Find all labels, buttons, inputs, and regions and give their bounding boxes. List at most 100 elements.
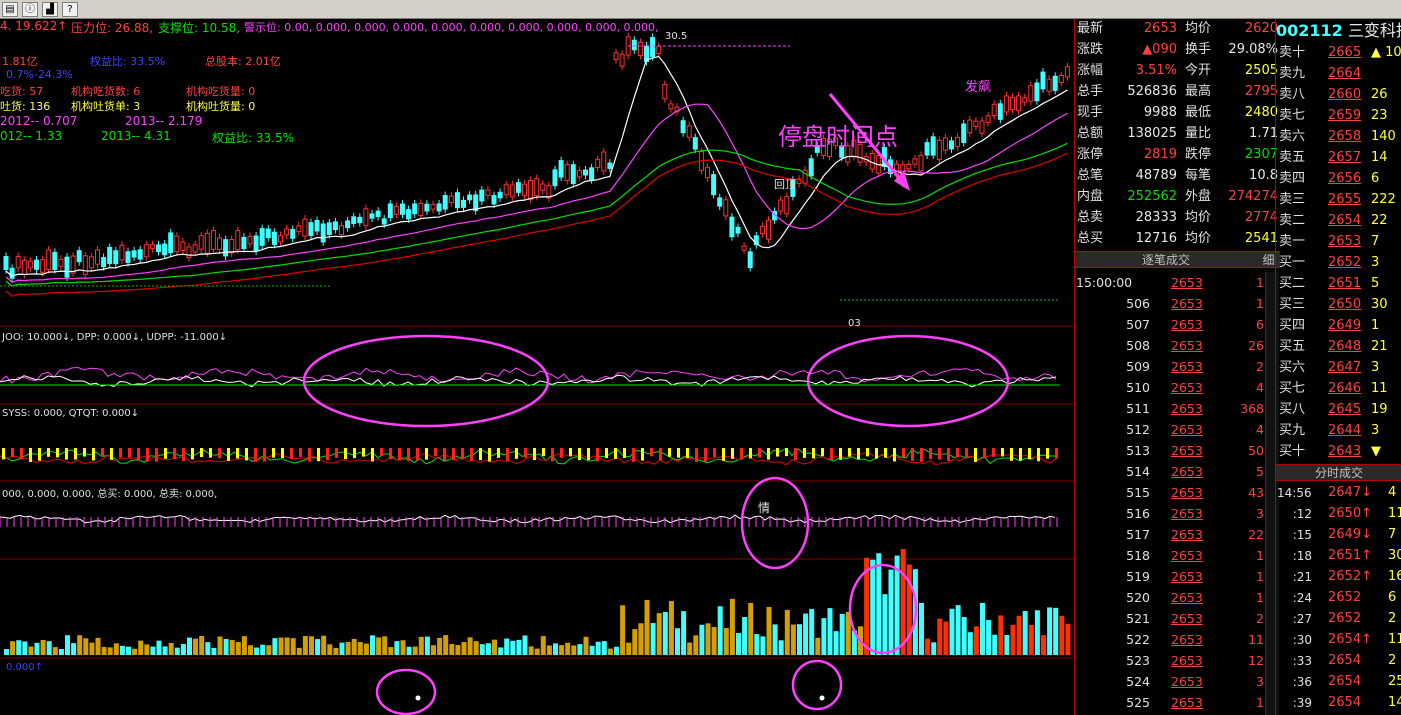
- minute-trade-row: :30 2654↑ 11: [1276, 630, 1401, 651]
- ind2-bar: [722, 448, 725, 461]
- volume-bar: [559, 645, 565, 655]
- ask-row[interactable]: 卖三 2655 222: [1276, 190, 1401, 211]
- quote-label-2: 最高: [1185, 84, 1212, 99]
- volume-bar: [199, 636, 205, 655]
- volume-bar: [95, 637, 101, 655]
- candle-body: [1058, 75, 1064, 83]
- volume-bar: [729, 598, 735, 655]
- quote-value-2: 2307: [1244, 147, 1278, 162]
- tick-row: 523 2653 12: [1075, 650, 1280, 671]
- volume-bar: [766, 606, 772, 655]
- candle-body: [778, 199, 784, 212]
- ask-row[interactable]: 卖六 2658 140: [1276, 127, 1401, 148]
- candle-body: [558, 160, 564, 178]
- ask-row[interactable]: 卖一 2653 7: [1276, 232, 1401, 253]
- candle-body: [729, 216, 735, 238]
- ask-row[interactable]: 卖八 2660 26: [1276, 85, 1401, 106]
- tick-price: 2653: [1171, 317, 1203, 332]
- candle-body: [9, 267, 15, 279]
- bid-row[interactable]: 买六 2647 3: [1276, 358, 1401, 379]
- quote-label-2: 量比: [1185, 126, 1212, 141]
- bid-row[interactable]: 买一 2652 3: [1276, 253, 1401, 274]
- candle-body: [107, 246, 113, 265]
- help-icon[interactable]: ?: [62, 1, 78, 17]
- level-label: 买六: [1279, 360, 1306, 375]
- ind2-bar: [821, 448, 824, 457]
- bid-row[interactable]: 买八 2645 19: [1276, 400, 1401, 421]
- candle-body: [387, 203, 393, 219]
- signal-dot: [819, 695, 825, 701]
- quote-row: 涨跌 ▲090 换手 29.08%: [1075, 40, 1280, 61]
- tick-price: 2653: [1171, 401, 1203, 416]
- ind2-bar: [623, 448, 626, 458]
- bid-row[interactable]: 买九 2644 3: [1276, 421, 1401, 442]
- volume-bar: [302, 635, 308, 655]
- quote-label: 涨跌: [1077, 42, 1104, 57]
- ind2-bar: [236, 448, 239, 459]
- volume-bar: [992, 634, 998, 655]
- ask-row[interactable]: 卖九 2664: [1276, 64, 1401, 85]
- minute-trade-row: :12 2650↑ 11: [1276, 504, 1401, 525]
- bid-row[interactable]: 买五 2648 21: [1276, 337, 1401, 358]
- quote-value: 526836: [1127, 84, 1177, 99]
- ask-row[interactable]: 卖七 2659 23: [1276, 106, 1401, 127]
- level-label: 卖三: [1279, 192, 1306, 207]
- volume-bar: [83, 638, 89, 655]
- quote-label: 总笔: [1077, 168, 1104, 183]
- minute-time: :21: [1292, 570, 1312, 584]
- tick-price: 2653: [1171, 611, 1203, 626]
- tick-time: 518: [1126, 548, 1150, 563]
- tick-volume: 5: [1256, 464, 1264, 479]
- volume-bar: [955, 605, 961, 655]
- volume-bar: [467, 637, 473, 655]
- volume-bar: [321, 635, 327, 655]
- ind2-bar: [2, 448, 5, 460]
- level-label: 卖二: [1279, 213, 1306, 228]
- tick-volume: 22: [1248, 527, 1264, 542]
- candle-body: [76, 250, 82, 263]
- volume-bar: [437, 637, 443, 655]
- tick-volume: 4: [1256, 422, 1264, 437]
- bid-row[interactable]: 买二 2651 5: [1276, 274, 1401, 295]
- quote-value-2: 2505: [1244, 63, 1278, 78]
- ind2-bar: [965, 448, 968, 458]
- bid-row[interactable]: 买十 2643 ▼: [1276, 442, 1401, 463]
- ind2-bar: [308, 448, 311, 462]
- minute-time: :30: [1292, 633, 1312, 647]
- ask-row[interactable]: 卖二 2654 22: [1276, 211, 1401, 232]
- bid-row[interactable]: 买四 2649 1: [1276, 316, 1401, 337]
- volume-bar: [833, 631, 839, 655]
- info-icon[interactable]: ⓘ: [22, 1, 38, 17]
- volume-bar: [967, 632, 973, 655]
- volume-bar: [711, 626, 717, 655]
- candle-body: [680, 120, 686, 134]
- candle-body: [991, 103, 997, 117]
- ind2-bar: [317, 448, 320, 462]
- level-label: 买八: [1279, 402, 1306, 417]
- ind2-bar: [830, 448, 833, 461]
- tick-price: 2653: [1171, 443, 1203, 458]
- level-volume: 7: [1371, 234, 1380, 249]
- volume-bar: [315, 639, 321, 655]
- ask-row[interactable]: 卖五 2657 14: [1276, 148, 1401, 169]
- minute-price: 2654↑: [1328, 632, 1372, 647]
- level-volume: 140: [1371, 129, 1396, 144]
- quote-value-2: 2480: [1244, 105, 1278, 120]
- bid-row[interactable]: 买三 2650 30: [1276, 295, 1401, 316]
- tick-price: 2653: [1171, 632, 1203, 647]
- ind2-bar: [596, 448, 599, 462]
- ask-row[interactable]: 卖四 2656 6: [1276, 169, 1401, 190]
- candle-body: [497, 191, 503, 199]
- kline-chart-area[interactable]: 4. 19.622↑ 压力位: 26.88, 支撑位: 10.58, 警示位: …: [0, 19, 1073, 715]
- minute-price: 2654: [1328, 653, 1362, 668]
- chart-icon[interactable]: ▟: [42, 1, 58, 17]
- tick-price: 2653: [1171, 653, 1203, 668]
- ask-row[interactable]: 卖十 2665 ▲ 10: [1276, 43, 1401, 64]
- tick-time: 507: [1126, 317, 1150, 332]
- bid-row[interactable]: 买七 2646 11: [1276, 379, 1401, 400]
- tick-header: 逐笔成交: [1075, 251, 1257, 268]
- list-icon[interactable]: ▤: [2, 1, 18, 17]
- quote-row: 内盘 252562 外盘 274274: [1075, 187, 1280, 208]
- ind2-bar: [686, 448, 689, 458]
- candle-body: [82, 255, 88, 276]
